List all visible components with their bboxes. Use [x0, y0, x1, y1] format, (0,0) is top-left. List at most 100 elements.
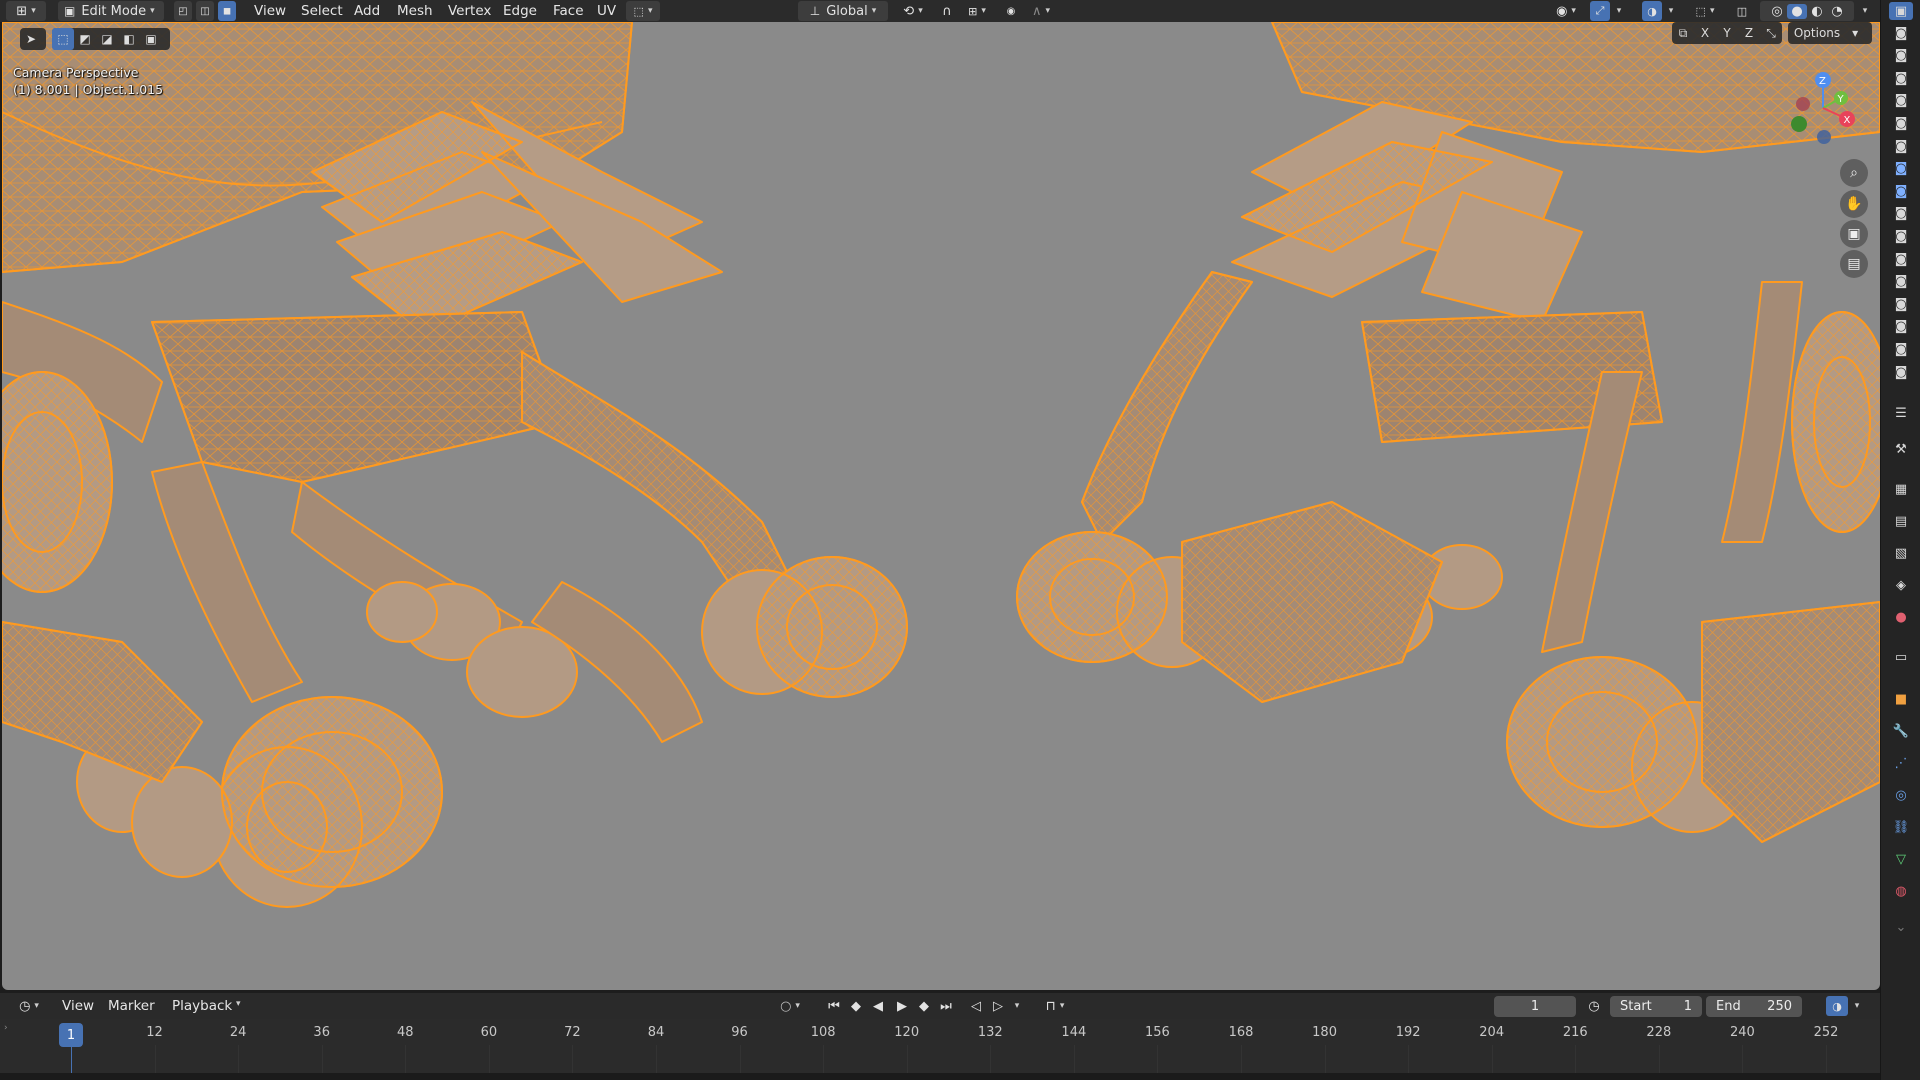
more-tabs[interactable]: ⌄	[1889, 918, 1913, 936]
menu-select[interactable]: Select	[301, 2, 343, 20]
solid-shading-icon[interactable]: ●	[1787, 3, 1807, 19]
frame-ruler[interactable]: 12 24 36 48 60 72 84 96 108 120 132 144 156 168 180 192…	[0, 1019, 1880, 1073]
select-subtract-icon[interactable]: ◪	[96, 28, 118, 50]
outliner-camera-icon[interactable]: ◙	[1889, 205, 1913, 223]
play-reverse-button[interactable]: ◀	[868, 996, 888, 1016]
prev-marker-button[interactable]: ◁	[966, 996, 986, 1016]
menu-view[interactable]: View	[254, 2, 286, 20]
outliner-camera-icon[interactable]: ◙	[1889, 137, 1913, 155]
overlays-toggle[interactable]: ◑	[1642, 1, 1662, 21]
outliner-camera-icon[interactable]: ◙	[1889, 250, 1913, 268]
mirror-y-button[interactable]: Y	[1716, 22, 1738, 44]
outliner-camera-icon[interactable]: ◙	[1889, 92, 1913, 110]
timeline-menu-view[interactable]: View	[62, 997, 94, 1015]
menu-edge[interactable]: Edge	[503, 2, 537, 20]
uv-sync-button[interactable]: ⬚ ▾	[626, 1, 660, 21]
jump-end-button[interactable]: ⏭	[936, 996, 956, 1016]
options-dropdown[interactable]: Options ▾	[1788, 22, 1872, 44]
playback-dropdown-arrow[interactable]: ▾	[236, 999, 241, 1009]
select-difference-icon[interactable]: ◧	[118, 28, 140, 50]
camera-view-button[interactable]: ▣	[1840, 220, 1868, 248]
constraints-tab[interactable]: ⛓	[1889, 818, 1913, 836]
menu-face[interactable]: Face	[553, 2, 584, 20]
properties-editor-button[interactable]: ☰	[1889, 404, 1913, 422]
outliner-camera-icon[interactable]: ◙	[1889, 295, 1913, 313]
select-extend-icon[interactable]: ◩	[74, 28, 96, 50]
outliner-camera-icon[interactable]: ◙	[1889, 160, 1913, 178]
transform-orientation-dropdown[interactable]: ⊥ Global ▾	[798, 1, 888, 21]
outliner-camera-icon[interactable]: ◙	[1889, 47, 1913, 65]
physics-tab[interactable]: ◎	[1889, 786, 1913, 804]
3d-viewport[interactable]: ➤ ⬚ ◩ ◪ ◧ ▣ Camera Perspective (1) 8.001…	[2, 22, 1880, 990]
current-frame-field[interactable]: 1	[1494, 996, 1576, 1017]
outliner-camera-icon[interactable]: ◙	[1889, 24, 1913, 42]
keying-dropdown[interactable]: ▾	[1010, 996, 1024, 1016]
collection-tab[interactable]: ▭	[1889, 648, 1913, 666]
menu-uv[interactable]: UV	[597, 2, 616, 20]
particles-tab[interactable]: ⋰	[1889, 754, 1913, 772]
pivot-point-button[interactable]: ⟲ ▾	[896, 1, 930, 21]
outliner-camera-icon[interactable]: ◙	[1889, 340, 1913, 358]
outliner-camera-icon[interactable]: ◙	[1889, 69, 1913, 87]
preview-range-toggle[interactable]: ◷	[1584, 996, 1604, 1016]
start-frame-field[interactable]: Start 1	[1610, 996, 1702, 1017]
timeline-menu-playback[interactable]: Playback	[172, 997, 232, 1015]
material-shading-icon[interactable]: ◐	[1807, 4, 1827, 19]
snap-target-button[interactable]: ⊞ ▾	[960, 1, 994, 21]
vertex-select-button[interactable]: ◰	[174, 1, 192, 21]
outliner-camera-icon[interactable]: ◙	[1889, 363, 1913, 381]
timeline-overlay-dropdown[interactable]: ▾	[1850, 996, 1864, 1016]
material-tab[interactable]: ◍	[1889, 882, 1913, 900]
menu-mesh[interactable]: Mesh	[397, 2, 433, 20]
menu-add[interactable]: Add	[354, 2, 380, 20]
scene-selector-button[interactable]: ▣	[1889, 2, 1913, 20]
xray-toggle[interactable]: ◫	[1732, 1, 1752, 21]
data-tab[interactable]: ▽	[1889, 850, 1913, 868]
view-layer-tab[interactable]: ▧	[1889, 544, 1913, 562]
gizmo-toggle[interactable]: ⤢	[1590, 1, 1610, 21]
menu-vertex[interactable]: Vertex	[448, 2, 491, 20]
navigation-gizmo[interactable]: Z Y X	[1778, 62, 1862, 146]
mirror-x-button[interactable]: X	[1694, 22, 1716, 44]
next-keyframe-button[interactable]: ◆	[914, 996, 934, 1016]
tool-tab[interactable]: ⚒	[1889, 440, 1913, 458]
visibility-dropdown[interactable]: ◉ ▾	[1548, 1, 1584, 21]
editor-type-button[interactable]: ⊞ ▾	[6, 1, 46, 21]
lock-camera-button[interactable]: ▤	[1840, 250, 1868, 278]
object-tab[interactable]: ■	[1889, 690, 1913, 708]
active-tool-button[interactable]: ➤	[20, 28, 46, 50]
outliner-camera-icon[interactable]: ◙	[1889, 273, 1913, 291]
falloff-dropdown[interactable]: ∧ ▾	[1024, 1, 1058, 21]
face-select-button[interactable]: ◼	[218, 1, 236, 21]
mode-dropdown[interactable]: ▣ Edit Mode ▾	[58, 1, 164, 21]
zoom-button[interactable]: ⌕	[1840, 159, 1868, 187]
timeline-overlay-toggle[interactable]: ◑	[1826, 996, 1848, 1016]
modifier-tab[interactable]: 🔧	[1889, 722, 1913, 740]
edge-select-button[interactable]: ◫	[196, 1, 214, 21]
jump-start-button[interactable]: ⏮	[824, 996, 844, 1016]
keying-set-button[interactable]: ⊓ ▾	[1036, 996, 1074, 1016]
outliner-camera-icon[interactable]: ◙	[1889, 318, 1913, 336]
gizmo-dropdown[interactable]: ▾	[1612, 1, 1626, 21]
next-marker-button[interactable]: ▷	[988, 996, 1008, 1016]
outliner-camera-icon[interactable]: ◙	[1889, 227, 1913, 245]
overlays-dropdown[interactable]: ▾	[1664, 1, 1678, 21]
rendered-shading-icon[interactable]: ◔	[1827, 4, 1847, 19]
outliner-camera-icon[interactable]: ◙	[1889, 182, 1913, 200]
mirror-z-button[interactable]: Z	[1738, 22, 1760, 44]
wireframe-shading-icon[interactable]: ◎	[1767, 4, 1787, 19]
timeline-expand-arrow[interactable]: ›	[4, 1023, 8, 1033]
proportional-edit-toggle[interactable]: ◉	[1000, 1, 1022, 21]
pan-button[interactable]: ✋	[1840, 190, 1868, 218]
select-intersect-icon[interactable]: ▣	[140, 28, 162, 50]
shading-dropdown[interactable]: ▾	[1856, 1, 1874, 21]
output-tab[interactable]: ▤	[1889, 512, 1913, 530]
outliner-camera-icon[interactable]: ◙	[1889, 114, 1913, 132]
auto-merge-icon[interactable]: ⤡	[1760, 22, 1782, 44]
snap-toggle[interactable]: ∩	[936, 1, 958, 21]
mesh-edit-overlays-button[interactable]: ⬚ ▾	[1688, 1, 1722, 21]
play-button[interactable]: ▶	[892, 996, 912, 1016]
timeline-editor-type[interactable]: ◷ ▾	[10, 996, 48, 1016]
timeline-editor[interactable]: ◷ ▾ View Marker Playback ▾ ○ ▾ ⏮ ◆ ◀ ▶ ◆ ⏭…	[0, 993, 1880, 1080]
auto-keying-toggle[interactable]: ○ ▾	[772, 996, 808, 1016]
